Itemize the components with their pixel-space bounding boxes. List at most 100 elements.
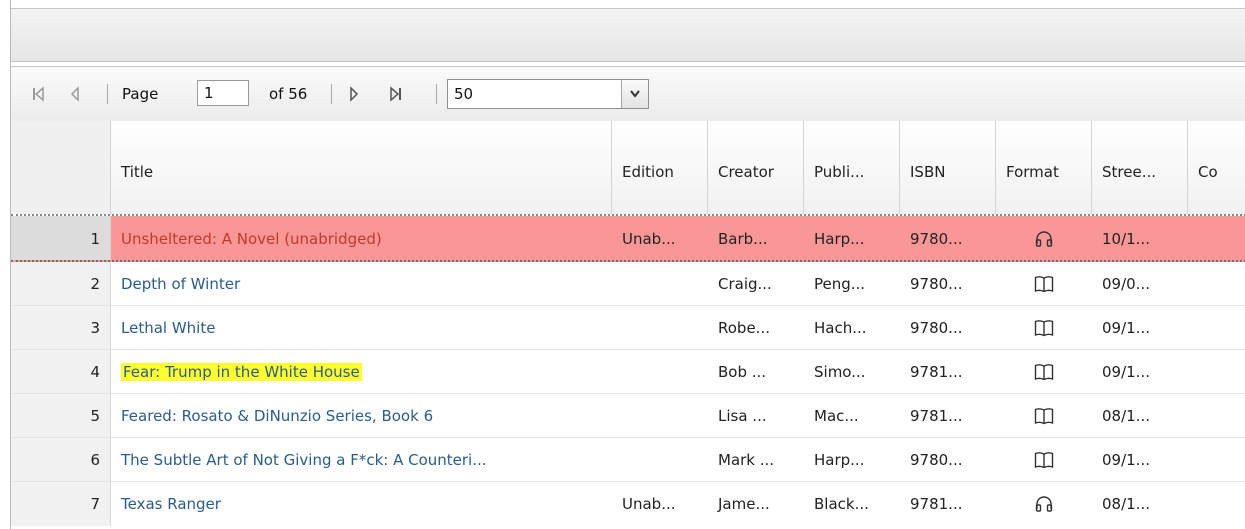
cell-isbn: 9780... [910, 451, 963, 469]
column-header-format[interactable]: Format [996, 121, 1092, 214]
cell-title[interactable]: Feared: Rosato & DiNunzio Series, Book 6 [111, 394, 611, 438]
row-number: 3 [11, 306, 111, 349]
cell-edition [612, 350, 708, 394]
cell-street-date: 10/1... [1102, 230, 1150, 248]
cell-isbn: 9781... [910, 363, 963, 381]
cell-publisher: Peng... [814, 275, 866, 293]
cell-creator: Mark ... [718, 451, 775, 469]
cell-title[interactable]: Lethal White [111, 306, 611, 350]
prev-page-icon [70, 86, 79, 102]
cell-format [1016, 350, 1072, 394]
cell-isbn: 9780... [910, 275, 963, 293]
cell-street-date: 09/1... [1102, 451, 1150, 469]
row-number-header [11, 121, 111, 214]
cell-title[interactable]: Texas Ranger [111, 482, 611, 526]
page-count-label: of 56 [269, 85, 308, 103]
cell-creator: Jame... [718, 495, 770, 513]
table-row[interactable]: 1 Unsheltered: A Novel (unabridged) Unab… [11, 216, 1245, 262]
grid-top-band [11, 8, 1245, 62]
cell-isbn: 9781... [910, 495, 963, 513]
cell-creator: Barb... [718, 230, 768, 248]
pagination-toolbar: Page 1 of 56 50 [11, 66, 1245, 122]
cell-edition: Unab... [622, 230, 676, 248]
audiobook-icon [1035, 496, 1053, 512]
table-row[interactable]: 2 Depth of Winter Craig... Peng... 9780.… [11, 262, 1245, 306]
cell-edition [612, 262, 708, 306]
audiobook-icon [1035, 231, 1053, 247]
cell-format [1016, 482, 1072, 526]
page-size-value: 50 [454, 85, 474, 103]
cell-creator: Bob ... [718, 363, 767, 381]
row-number: 6 [11, 438, 111, 481]
cell-street-date: 09/1... [1102, 363, 1150, 381]
cell-isbn: 9781... [910, 407, 963, 425]
first-page-button[interactable] [25, 67, 51, 121]
last-page-button[interactable] [383, 67, 409, 121]
ebook-icon [1034, 320, 1054, 337]
table-row[interactable]: 3 Lethal White Robe... Hach... 9780... 0… [11, 306, 1245, 350]
column-header-title[interactable]: Title [111, 121, 612, 214]
toolbar-separator [436, 84, 437, 104]
column-header-publisher[interactable]: Publi... [804, 121, 900, 214]
cell-publisher: Harp... [814, 230, 865, 248]
page-size-dropdown-button[interactable] [621, 80, 648, 108]
cell-title[interactable]: Depth of Winter [111, 262, 611, 306]
cell-title[interactable]: Fear: Trump in the White House [111, 350, 611, 394]
cell-format [1016, 306, 1072, 350]
grid-panel: Page 1 of 56 50 Title Edition Creator Pu… [10, 0, 1245, 529]
cell-format [1016, 438, 1072, 482]
page-label: Page [122, 85, 159, 103]
first-page-icon [33, 86, 44, 102]
cell-creator: Lisa ... [718, 407, 767, 425]
cell-publisher: Simo... [814, 363, 866, 381]
cell-edition: Unab... [622, 495, 676, 513]
cell-creator: Craig... [718, 275, 772, 293]
cell-title[interactable]: The Subtle Art of Not Giving a F*ck: A C… [111, 438, 611, 482]
cell-publisher: Harp... [814, 451, 865, 469]
cell-format [1016, 216, 1072, 262]
last-page-icon [390, 86, 401, 102]
cell-edition [612, 438, 708, 482]
ebook-icon [1034, 364, 1054, 381]
cell-street-date: 09/1... [1102, 319, 1150, 337]
cell-isbn: 9780... [910, 319, 963, 337]
cell-edition [612, 306, 708, 350]
cell-street-date: 09/0... [1102, 275, 1150, 293]
toolbar-separator [331, 84, 332, 104]
cell-format [1016, 394, 1072, 438]
table-row[interactable]: 4 Fear: Trump in the White House Bob ...… [11, 350, 1245, 394]
table-row[interactable]: 7 Texas Ranger Unab... Jame... Black... … [11, 482, 1245, 526]
page-size-select[interactable]: 50 [447, 79, 649, 109]
cell-street-date: 08/1... [1102, 407, 1150, 425]
chevron-down-icon [630, 90, 640, 98]
highlighted-title: Fear: Trump in the White House [121, 363, 362, 381]
cell-publisher: Mac... [814, 407, 859, 425]
cell-street-date: 08/1... [1102, 495, 1150, 513]
cell-edition [612, 394, 708, 438]
grid-header: Title Edition Creator Publi... ISBN Form… [11, 121, 1245, 216]
cell-format [1016, 262, 1072, 306]
column-header-creator[interactable]: Creator [708, 121, 804, 214]
cell-title[interactable]: Unsheltered: A Novel (unabridged) [111, 216, 611, 260]
cell-isbn: 9780... [910, 230, 963, 248]
row-number: 5 [11, 394, 111, 437]
cell-publisher: Hach... [814, 319, 867, 337]
column-header-co[interactable]: Co [1188, 121, 1245, 214]
page-number-input[interactable]: 1 [197, 80, 249, 106]
ebook-icon [1034, 452, 1054, 469]
row-number: 7 [11, 482, 111, 526]
toolbar-separator [107, 84, 108, 104]
cell-publisher: Black... [814, 495, 869, 513]
prev-page-button[interactable] [63, 67, 87, 121]
column-header-isbn[interactable]: ISBN [900, 121, 996, 214]
next-page-button[interactable] [343, 67, 365, 121]
row-number: 4 [11, 350, 111, 393]
ebook-icon [1034, 408, 1054, 425]
row-number: 1 [11, 216, 111, 260]
table-row[interactable]: 5 Feared: Rosato & DiNunzio Series, Book… [11, 394, 1245, 438]
table-row[interactable]: 6 The Subtle Art of Not Giving a F*ck: A… [11, 438, 1245, 482]
ebook-icon [1034, 276, 1054, 293]
column-header-street-date[interactable]: Stree... [1092, 121, 1188, 214]
column-header-edition[interactable]: Edition [612, 121, 708, 214]
cell-creator: Robe... [718, 319, 770, 337]
